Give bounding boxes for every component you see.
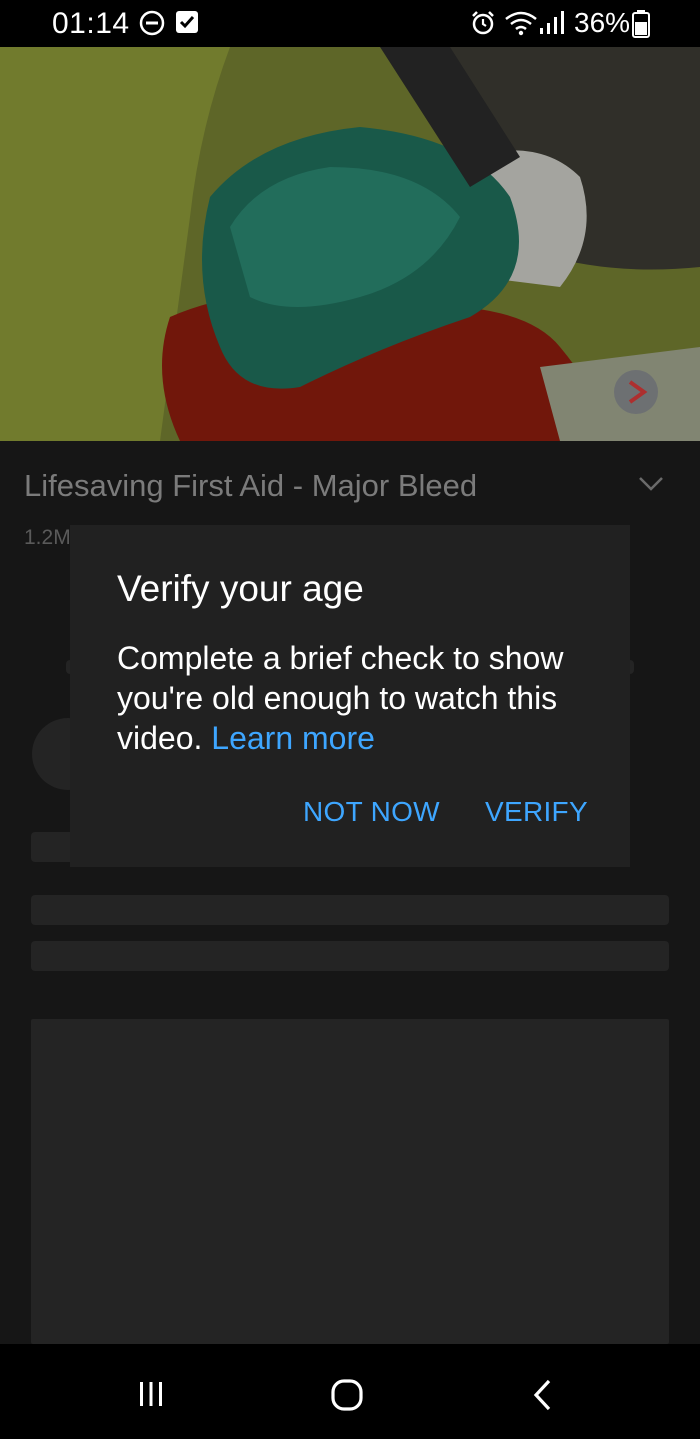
battery-icon [632, 10, 650, 43]
chevron-down-icon[interactable] [636, 474, 666, 499]
status-time: 01:14 [52, 7, 130, 40]
learn-more-link[interactable]: Learn more [211, 720, 375, 756]
back-button[interactable] [498, 1344, 588, 1439]
status-bar: 01:14 36% [0, 0, 700, 47]
not-now-button[interactable]: NOT NOW [303, 796, 440, 828]
wifi-icon [504, 10, 538, 41]
video-player[interactable] [0, 47, 700, 441]
home-button[interactable] [302, 1344, 392, 1439]
skeleton-line [31, 895, 669, 925]
checkbox-notification-icon [175, 10, 199, 39]
skeleton-thumbnail [31, 1019, 669, 1344]
battery-level: 36% [574, 7, 631, 38]
do-not-disturb-icon [139, 10, 165, 41]
verify-button[interactable]: VERIFY [485, 796, 588, 828]
signal-icon [538, 10, 566, 41]
home-icon [330, 1378, 364, 1417]
navigation-bar [0, 1344, 700, 1439]
dialog-title: Verify your age [117, 568, 364, 609]
recent-apps-icon [137, 1380, 165, 1413]
dialog-message: Complete a brief check to show you're ol… [117, 638, 587, 758]
alarm-icon [470, 10, 496, 41]
video-title: Lifesaving First Aid - Major Bleed [24, 468, 478, 503]
view-count: 1.2M [24, 526, 71, 549]
back-icon [532, 1378, 554, 1417]
recent-apps-button[interactable] [105, 1344, 195, 1439]
video-frame [0, 47, 700, 441]
skeleton-line [31, 941, 669, 971]
